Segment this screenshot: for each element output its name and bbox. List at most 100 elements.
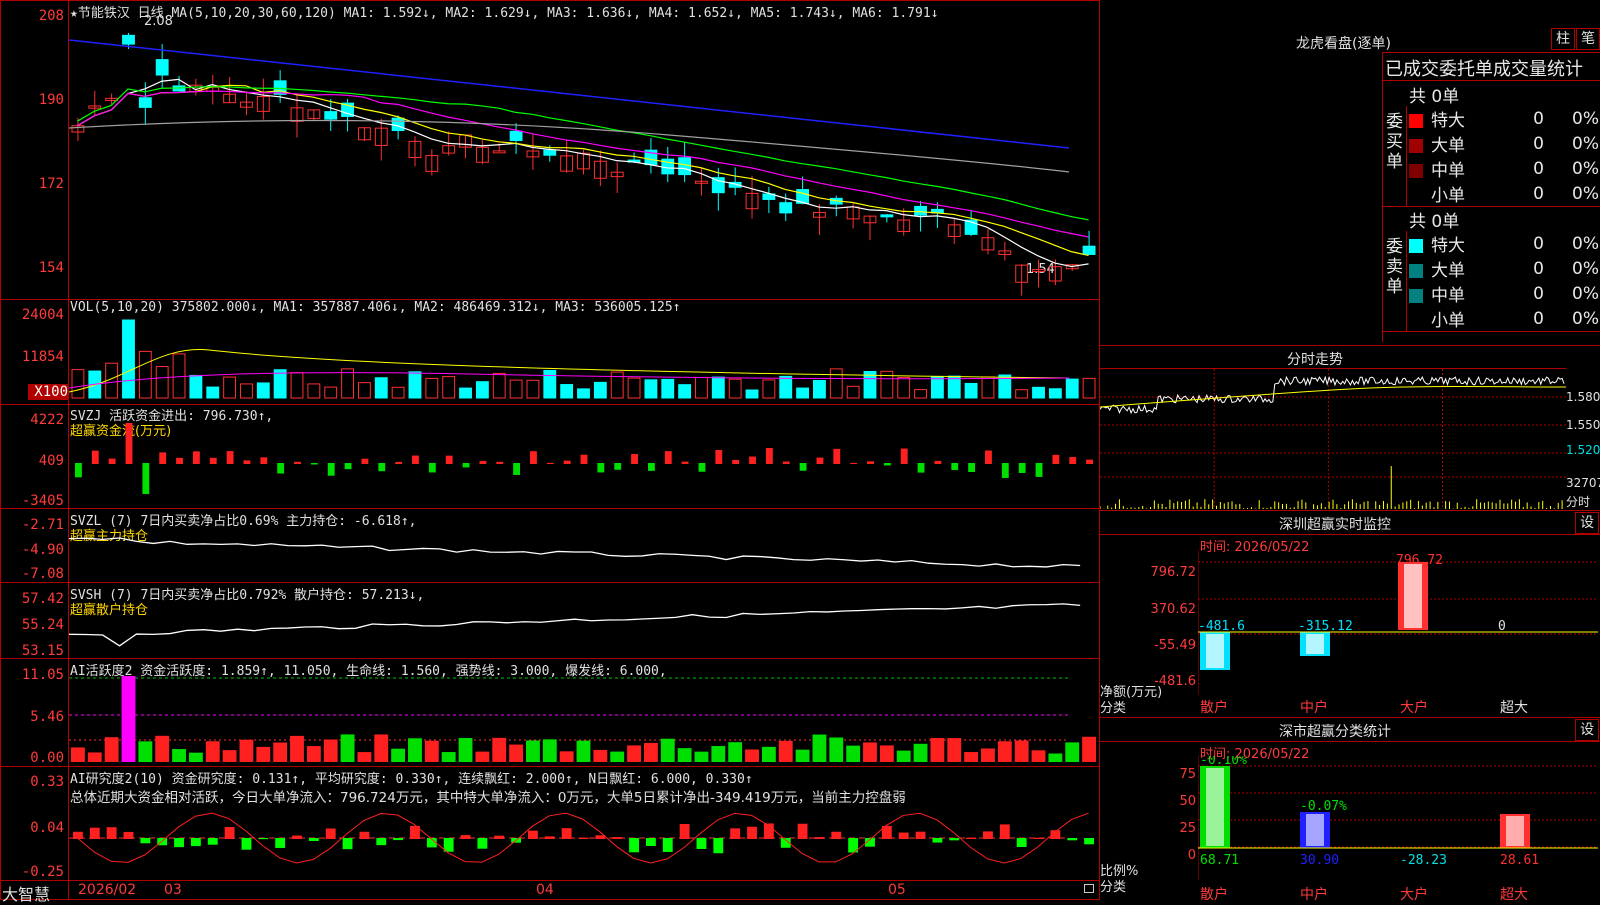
sell-order-row: 特大 0 0%: [1409, 231, 1599, 256]
activity-bar: [981, 748, 995, 762]
buy-order-row: 小单 0 0%: [1409, 181, 1599, 207]
flow-bar: [1086, 459, 1093, 464]
flow-bar: [142, 463, 150, 494]
volume-bar: [526, 379, 540, 399]
sz-class-chart: 68.71 -0.10% 30.90 -0.07% -28.23 28.61: [1198, 756, 1598, 880]
volume-bar: [324, 386, 338, 399]
flow-bar: [530, 451, 537, 464]
ai2-axis-label: 0.04: [30, 820, 64, 836]
research-bar: [713, 838, 724, 854]
research-bar: [949, 838, 960, 841]
intraday-chart[interactable]: [1100, 369, 1566, 509]
activity-bar: [593, 749, 608, 762]
price-axis-label: 154: [38, 260, 64, 276]
activity-bar: [997, 741, 1012, 762]
ratio-bar-shine: [1206, 768, 1224, 846]
activity-bar: [357, 752, 372, 762]
order-size-label: 特大: [1431, 111, 1465, 131]
volume-bar: [947, 375, 961, 399]
activity-bar: [458, 738, 473, 762]
volume-bar: [71, 369, 85, 399]
flow-bar: [1001, 463, 1009, 478]
volume-bar: [509, 379, 523, 399]
flow-bar: [749, 456, 756, 464]
candlestick-charts[interactable]: [69, 0, 1099, 880]
volume-bar: [1065, 378, 1079, 399]
volume-bar: [138, 350, 152, 399]
bar-view-button[interactable]: 柱: [1551, 28, 1575, 50]
volume-bar: [762, 379, 776, 399]
flow-bar: [985, 450, 992, 464]
tick-view-button[interactable]: 笔: [1576, 28, 1600, 50]
sz-class-title: 深市超赢分类统计: [1279, 724, 1391, 740]
price-axis-label: 208: [38, 8, 64, 24]
flow-bar: [294, 461, 301, 464]
flow-bar: [496, 461, 504, 464]
sz-monitor-settings-button[interactable]: 设: [1575, 512, 1599, 534]
activity-bar: [155, 735, 170, 762]
volume-bar: [240, 383, 253, 399]
volume-bar: [172, 353, 186, 399]
flow-bar: [799, 463, 807, 471]
volume-bar: [695, 376, 708, 399]
activity-bar: [947, 738, 962, 762]
vol-axis-label: 24004: [21, 307, 64, 323]
flow-bar: [597, 463, 605, 473]
activity-bar: [323, 739, 338, 762]
activity-bar: [694, 751, 709, 762]
sz-monitor-chart: -481.6 -315.12796.720: [1198, 550, 1598, 695]
sz-class-settings-button[interactable]: 设: [1575, 719, 1599, 741]
volume-bar: [122, 319, 135, 399]
class-cat: 超大: [1500, 887, 1528, 903]
order-count: 0: [1533, 308, 1544, 329]
research-bar: [561, 828, 572, 839]
ratio-change: -0.07%: [1300, 799, 1347, 814]
candle-body: [880, 214, 894, 218]
activity-bar: [509, 744, 524, 762]
app-name: 大智慧: [2, 885, 51, 904]
activity-bar: [559, 751, 574, 762]
flow-bar: [395, 461, 403, 464]
research-bar: [477, 838, 488, 849]
activity-bar: [542, 739, 557, 762]
research-bar: [797, 823, 808, 839]
volume-bar: [930, 375, 944, 399]
volume-bar: [829, 368, 843, 399]
intraday-axis-label: 1.550: [1566, 418, 1600, 432]
flow-bar: [159, 452, 167, 464]
class-cat: 散户: [1200, 887, 1228, 903]
research-bar: [308, 838, 319, 841]
volume-bar: [610, 371, 624, 399]
flow-bar: [715, 450, 723, 464]
order-percent: 0%: [1572, 283, 1599, 304]
sell-order-row: 中单 0 0%: [1409, 281, 1599, 306]
order-size-label: 小单: [1431, 311, 1465, 331]
candle-body: [1082, 245, 1096, 255]
research-bar: [898, 832, 909, 839]
main-holding-line: [69, 537, 1081, 568]
color-swatch: [1409, 139, 1423, 153]
volume-bar: [728, 378, 742, 399]
research-bar: [983, 831, 993, 839]
flow-bar: [462, 463, 470, 468]
volume-bar: [223, 376, 237, 399]
volume-bar: [374, 377, 388, 399]
order-count: 0: [1533, 133, 1544, 154]
flow-bar: [681, 461, 689, 464]
activity-bar: [71, 747, 85, 762]
volume-bar: [813, 379, 826, 399]
order-count: 0: [1533, 283, 1544, 304]
order-size-label: 中单: [1431, 286, 1465, 306]
candle-body: [914, 205, 927, 216]
research-bar: [1067, 838, 1078, 841]
candle-body: [138, 97, 152, 108]
volume-bar: [492, 372, 506, 399]
research-bar: [123, 831, 134, 839]
class-axis-label: 75: [1179, 767, 1196, 782]
svsh-axis-label: 53.15: [21, 643, 64, 659]
retail-holding-line: [69, 603, 1081, 647]
lock-icon: [1084, 884, 1094, 893]
volume-bar: [442, 376, 456, 399]
flow-bar: [243, 460, 251, 464]
order-percent: 0%: [1572, 258, 1599, 279]
